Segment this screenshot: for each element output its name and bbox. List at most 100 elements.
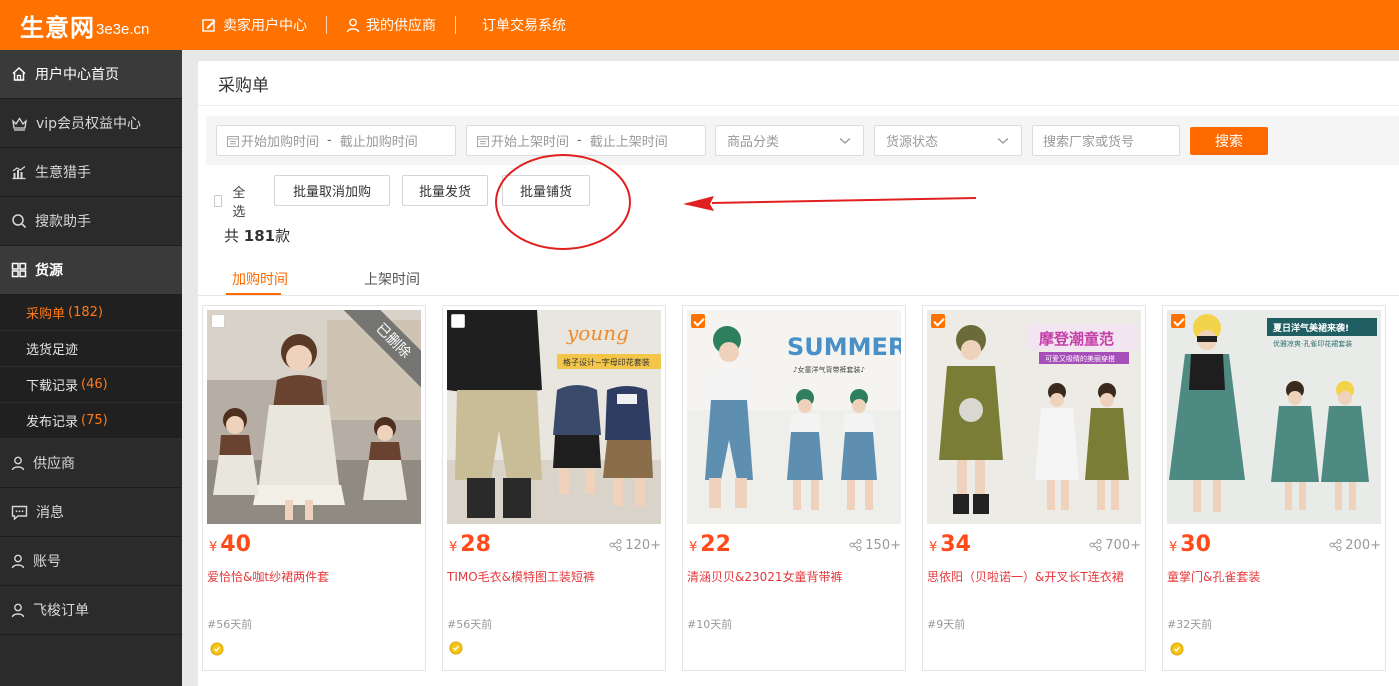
tab-list-time[interactable]: 上架时间 [364, 269, 420, 289]
product-days: #56天前 [447, 618, 493, 631]
nav-label: 卖家用户中心 [223, 18, 307, 34]
product-card[interactable]: 已删除 ¥40 爱恰恰&咖t纱裙两件套 #56天前 [202, 305, 426, 671]
sidebar-item-label: 消息 [36, 505, 64, 521]
product-photo-peacock-set: 夏日洋气美裙来袭! 优雅凉爽·孔雀印花裙套装 [1167, 310, 1381, 524]
sidebar-subitem-footprint[interactable]: 选货足迹 [0, 331, 182, 367]
product-price: ¥22 [689, 532, 731, 557]
price-row: ¥30 200+ [1169, 532, 1381, 558]
product-card[interactable]: 夏日洋气美裙来袭! 优雅凉爽·孔雀印花裙套装 ¥30 200+ 童掌门&孔雀套装… [1162, 305, 1386, 671]
sidebar-item-search-helper[interactable]: 搜款助手 [0, 197, 182, 246]
sidebar-item-label: 供应商 [33, 456, 75, 472]
user-icon [11, 554, 25, 568]
product-photo-tshirt-dress: 摩登潮童范 可爱又吸睛的美丽穿搭 [927, 310, 1141, 524]
price-row: ¥40 [209, 532, 421, 558]
share-icon [1089, 539, 1102, 551]
chevron-down-icon [997, 137, 1009, 144]
logo-cn: 生意网 [20, 12, 95, 42]
share-icon [609, 539, 622, 551]
product-photo-overalls: SUMMER ♪女童洋气背带裤套装♪ [687, 310, 901, 524]
sidebar-item-vip[interactable]: vip会员权益中心 [0, 99, 182, 148]
nav-seller-center[interactable]: 卖家用户中心 [182, 16, 327, 34]
share-count: 150+ [849, 538, 901, 553]
category-value: 商品分类 [727, 135, 780, 150]
sidebar-item-suppliers[interactable]: 供应商 [0, 439, 182, 488]
product-days: #32天前 [1167, 618, 1213, 631]
sidebar-item-hunter[interactable]: 生意猎手 [0, 148, 182, 197]
checkbox[interactable] [214, 195, 223, 207]
product-name[interactable]: 童掌门&孔雀套装 [1167, 568, 1381, 585]
add-time-end: 截止加购时间 [339, 135, 418, 150]
sidebar-item-account[interactable]: 账号 [0, 537, 182, 586]
price-value: 30 [1180, 532, 1211, 557]
share-icon [1329, 539, 1342, 551]
stock-status-value: 货源状态 [886, 135, 939, 150]
nav-order-system[interactable]: 订单交易系统 [456, 16, 585, 34]
price-value: 28 [460, 532, 491, 557]
share-value: 700+ [1105, 537, 1141, 553]
list-time-start: 开始上架时间 [491, 135, 570, 150]
share-icon [849, 539, 862, 551]
image-sub: 优雅凉爽·孔雀印花裙套装 [1273, 339, 1352, 348]
product-name[interactable]: 爱恰恰&咖t纱裙两件套 [207, 568, 421, 585]
add-time-range-picker[interactable]: 开始加购时间 - 截止加购时间 [216, 125, 456, 156]
sidebar-subitem-publish[interactable]: 发布记录 (75) [0, 403, 182, 439]
sidebar-item-goods[interactable]: 货源 [0, 246, 182, 295]
subitem-label: 采购单 [26, 307, 66, 322]
sidebar-item-home[interactable]: 用户中心首页 [0, 50, 182, 99]
product-card[interactable]: SUMMER ♪女童洋气背带裤套装♪ ¥22 150+ 清涵贝贝&23021女童… [682, 305, 906, 671]
product-days: #56天前 [207, 618, 253, 631]
batch-stock-button[interactable]: 批量铺货 [502, 175, 590, 206]
category-select[interactable]: 商品分类 [715, 125, 864, 156]
product-checkbox-checked[interactable] [691, 314, 705, 328]
image-sub: 可爱又吸睛的美丽穿搭 [1045, 354, 1115, 363]
product-checkbox-checked[interactable] [1171, 314, 1185, 328]
logo-en: 3e3e.cn [96, 20, 150, 38]
select-all-checkbox[interactable]: 全选 [214, 182, 249, 220]
subitem-label: 下载记录 [26, 379, 79, 394]
product-image[interactable]: 摩登潮童范 可爱又吸睛的美丽穿搭 [927, 310, 1141, 524]
sidebar-item-feisuo-orders[interactable]: 飞梭订单 [0, 586, 182, 635]
product-name[interactable]: TIMO毛衣&模特图工装短裤 [447, 568, 661, 585]
batch-cancel-button[interactable]: 批量取消加购 [274, 175, 390, 206]
sidebar-item-label: 用户中心首页 [35, 67, 119, 83]
search-button[interactable]: 搜索 [1190, 127, 1268, 155]
price-value: 34 [940, 532, 971, 557]
share-value: 120+ [625, 537, 661, 553]
site-logo[interactable]: 生意网 3e3e.cn [0, 0, 182, 50]
list-time-range-picker[interactable]: 开始上架时间 - 截止上架时间 [466, 125, 706, 156]
sidebar-subitem-downloads[interactable]: 下载记录 (46) [0, 367, 182, 403]
total-prefix: 共 [224, 227, 240, 245]
top-bar: 生意网 3e3e.cn 卖家用户中心 我的供应商 订单交易系统 [0, 0, 1399, 50]
product-checkbox[interactable] [451, 314, 465, 328]
nav-my-suppliers[interactable]: 我的供应商 [327, 16, 456, 34]
product-card[interactable]: young 格子设计~字母印花套装 ¥28 120+ TIMO毛衣&模特图工装短… [442, 305, 666, 671]
product-image[interactable]: SUMMER ♪女童洋气背带裤套装♪ [687, 310, 901, 524]
product-name[interactable]: 清涵贝贝&23021女童背带裤 [687, 568, 901, 585]
chart-icon [12, 165, 26, 179]
sidebar-item-messages[interactable]: 消息 [0, 488, 182, 537]
search-input[interactable]: 搜索厂家或货号 [1032, 125, 1180, 156]
tab-add-time[interactable]: 加购时间 [232, 269, 288, 289]
sidebar-item-label: 飞梭订单 [33, 603, 89, 619]
select-all-label: 全选 [232, 186, 246, 220]
product-image[interactable]: 夏日洋气美裙来袭! 优雅凉爽·孔雀印花裙套装 [1167, 310, 1381, 524]
product-price: ¥34 [929, 532, 971, 557]
sidebar-subitem-purchase-list[interactable]: 采购单 (182) [0, 295, 182, 331]
share-value: 150+ [865, 537, 901, 553]
sidebar-item-label: 生意猎手 [35, 165, 91, 181]
price-value: 40 [220, 532, 251, 557]
product-checkbox-checked[interactable] [931, 314, 945, 328]
product-checkbox[interactable] [211, 314, 225, 328]
edit-icon [202, 19, 216, 32]
active-tab-indicator [226, 293, 281, 295]
product-name[interactable]: 思依阳（贝啦诺一）&开叉长T连衣裙 [927, 568, 1141, 585]
product-image[interactable]: young 格子设计~字母印花套装 [447, 310, 661, 524]
subitem-label: 发布记录 [26, 415, 79, 430]
batch-ship-button[interactable]: 批量发货 [402, 175, 488, 206]
image-title: 夏日洋气美裙来袭! [1272, 322, 1349, 334]
page-title: 采购单 [198, 61, 1399, 106]
product-card[interactable]: 摩登潮童范 可爱又吸睛的美丽穿搭 ¥34 700+ 思依阳（贝啦诺一）&开叉长T… [922, 305, 1146, 671]
stock-status-select[interactable]: 货源状态 [874, 125, 1022, 156]
product-days: #10天前 [687, 618, 733, 631]
subitem-label: 选货足迹 [26, 343, 79, 358]
